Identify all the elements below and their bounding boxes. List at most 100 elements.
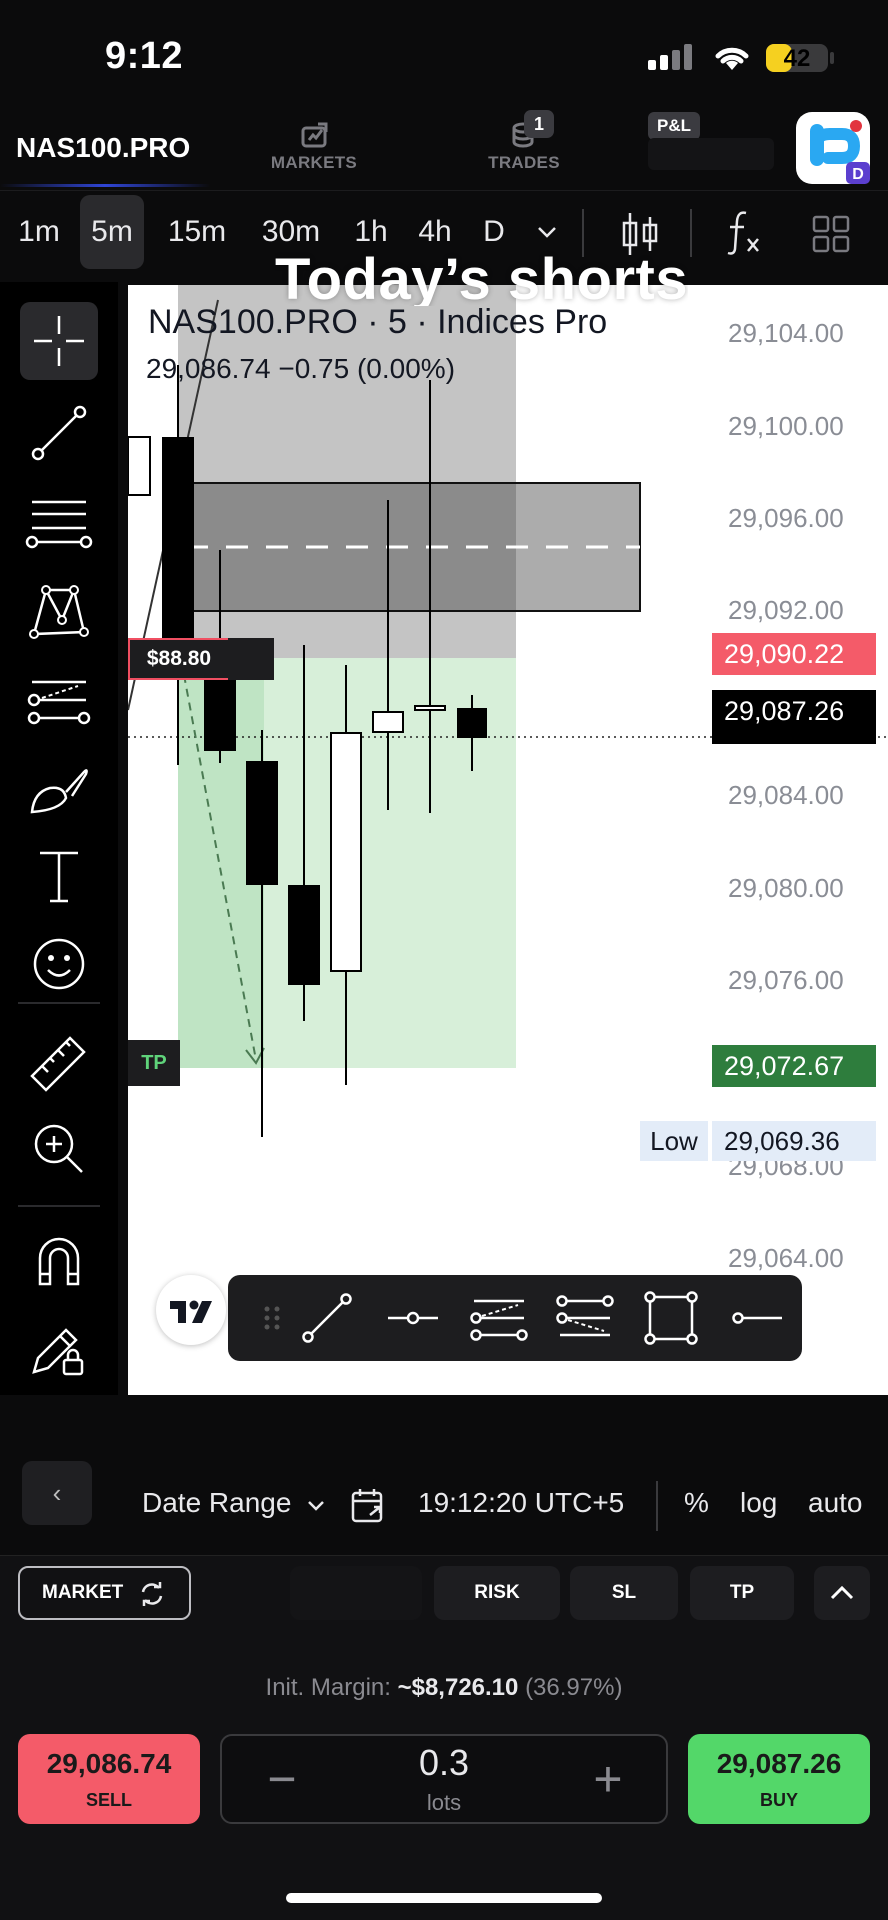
chart-time-zone[interactable]: 19:12:20 UTC+5 — [418, 1487, 624, 1519]
order-type-label: MARKET — [42, 1582, 124, 1603]
symbol-tab-indicator — [0, 184, 210, 187]
text-tool[interactable] — [20, 837, 98, 915]
trend-line-tool[interactable] — [20, 394, 98, 472]
percent-scale-toggle[interactable]: % — [684, 1487, 709, 1519]
horizontal-ray-icon[interactable] — [382, 1287, 444, 1349]
pattern-tool[interactable] — [20, 572, 98, 650]
amount-field[interactable] — [290, 1566, 422, 1620]
candle — [457, 708, 487, 738]
take-profit-price-tag: 29,072.67 — [712, 1045, 876, 1087]
auto-scale-toggle[interactable]: auto — [808, 1487, 863, 1519]
swap-icon — [141, 1582, 163, 1606]
chart-date-bar: ‹ Date Range 19:12:20 UTC+5 % log auto — [0, 1457, 888, 1555]
sell-label: SELL — [85, 1790, 132, 1810]
fib-retracement-icon — [25, 500, 93, 549]
log-scale-toggle[interactable]: log — [740, 1487, 777, 1519]
candle — [372, 711, 404, 733]
trades-count-badge: 1 — [524, 110, 554, 138]
pnl-label: P&L — [648, 112, 700, 140]
price-chart[interactable]: NAS100.PRO · 5 · Indices Pro 29,086.74 −… — [128, 285, 888, 1395]
buy-button[interactable]: 29,087.26 BUY — [688, 1734, 870, 1824]
calendar-goto-icon[interactable] — [350, 1487, 386, 1525]
price-axis-label: 29,100.00 — [728, 411, 844, 441]
broker-app-logo[interactable]: D — [796, 112, 870, 184]
timeframe-15m[interactable]: 15m — [160, 195, 234, 269]
margin-percent: (36.97%) — [525, 1674, 623, 1701]
ruler-icon — [30, 1036, 86, 1092]
candle — [330, 732, 362, 972]
sell-button[interactable]: 29,086.74 SELL — [18, 1734, 200, 1824]
smiley-icon — [33, 938, 85, 990]
margin-label: Init. Margin: — [265, 1674, 391, 1701]
drawing-toolbar — [0, 282, 118, 1457]
status-bar: 9:12 42 — [0, 0, 888, 120]
drag-handle-icon[interactable] — [242, 1287, 304, 1349]
pnl-value-field — [648, 138, 774, 170]
layout-grid-icon[interactable] — [812, 215, 850, 253]
broker-logo-icon: D — [810, 120, 870, 184]
price-axis-label: 29,076.00 — [728, 965, 844, 995]
lock-drawings-tool[interactable] — [20, 1312, 98, 1390]
brush-tool[interactable] — [20, 748, 98, 826]
nav-trades-label: TRADES — [488, 153, 560, 172]
measure-tool[interactable] — [20, 1022, 98, 1100]
order-type-button[interactable]: MARKET — [18, 1566, 191, 1620]
expand-panel-button[interactable] — [814, 1566, 870, 1620]
candle — [414, 705, 446, 711]
indicators-fx-icon[interactable] — [726, 209, 762, 257]
tradingview-logo-icon — [170, 1300, 212, 1323]
buy-price: 29,087.26 — [716, 1748, 842, 1779]
timeframe-5m[interactable]: 5m — [80, 195, 144, 269]
chevron-down-icon[interactable] — [536, 225, 558, 239]
date-range-selector[interactable]: Date Range — [142, 1487, 291, 1519]
price-axis-label: 29,064.00 — [728, 1243, 844, 1273]
brush-icon — [30, 769, 88, 814]
long-position-icon — [27, 680, 91, 725]
collapse-toolbar-button[interactable]: ‹ — [22, 1461, 92, 1525]
chart-canvas[interactable] — [128, 285, 888, 1395]
tradingview-logo[interactable] — [156, 1275, 226, 1345]
home-indicator[interactable] — [286, 1893, 602, 1903]
trend-line-icon — [31, 405, 87, 461]
current-price-tag: 29,087.26 — [712, 690, 876, 744]
rectangle-icon[interactable] — [640, 1287, 702, 1349]
long-position-icon[interactable] — [468, 1287, 530, 1349]
lots-stepper: − 0.3 lots + — [220, 1734, 668, 1824]
battery-percent: 42 — [783, 45, 811, 72]
crosshair-icon — [34, 316, 84, 366]
candle — [288, 885, 320, 985]
short-position-icon[interactable] — [554, 1287, 616, 1349]
chevron-down-icon[interactable] — [306, 1499, 326, 1513]
emoji-tool[interactable] — [20, 925, 98, 1003]
trend-line-icon[interactable] — [296, 1287, 358, 1349]
increase-lots-button[interactable]: + — [578, 1746, 638, 1816]
wifi-icon — [715, 47, 749, 70]
xabcd-pattern-icon — [29, 585, 89, 639]
price-axis-label: 29,096.00 — [728, 503, 844, 533]
order-panel: MARKET RISK SL TP Init. Margin: ~$8,726.… — [0, 1555, 888, 1920]
battery-icon: 42 — [766, 44, 828, 72]
sell-price: 29,086.74 — [46, 1748, 172, 1779]
crosshair-tool[interactable] — [20, 302, 98, 380]
forecasting-tool[interactable] — [20, 660, 98, 738]
symbol-tab[interactable]: NAS100.PRO — [16, 132, 190, 164]
nav-markets-label: MARKETS — [270, 153, 358, 172]
markets-icon — [301, 122, 328, 148]
candle — [246, 761, 278, 885]
magnet-tool[interactable] — [20, 1222, 98, 1300]
position-pnl-tag[interactable]: $88.80 — [128, 638, 230, 680]
chart-legend-title[interactable]: NAS100.PRO · 5 · Indices Pro — [148, 303, 607, 342]
video-caption: Today’s shorts — [275, 247, 689, 306]
take-profit-tag[interactable]: TP — [128, 1040, 180, 1086]
timeframe-1m[interactable]: 1m — [4, 195, 74, 269]
price-axis-label: 29,084.00 — [728, 780, 844, 810]
risk-button[interactable]: RISK — [434, 1566, 560, 1620]
stop-loss-button[interactable]: SL — [570, 1566, 678, 1620]
horizontal-line-icon[interactable] — [726, 1287, 788, 1349]
fib-retracement-tool[interactable] — [20, 484, 98, 562]
zoom-in-tool[interactable] — [20, 1110, 98, 1188]
nav-markets[interactable]: MARKETS — [254, 120, 374, 180]
take-profit-button[interactable]: TP — [690, 1566, 794, 1620]
low-label: Low — [640, 1121, 708, 1161]
candle — [162, 437, 194, 655]
